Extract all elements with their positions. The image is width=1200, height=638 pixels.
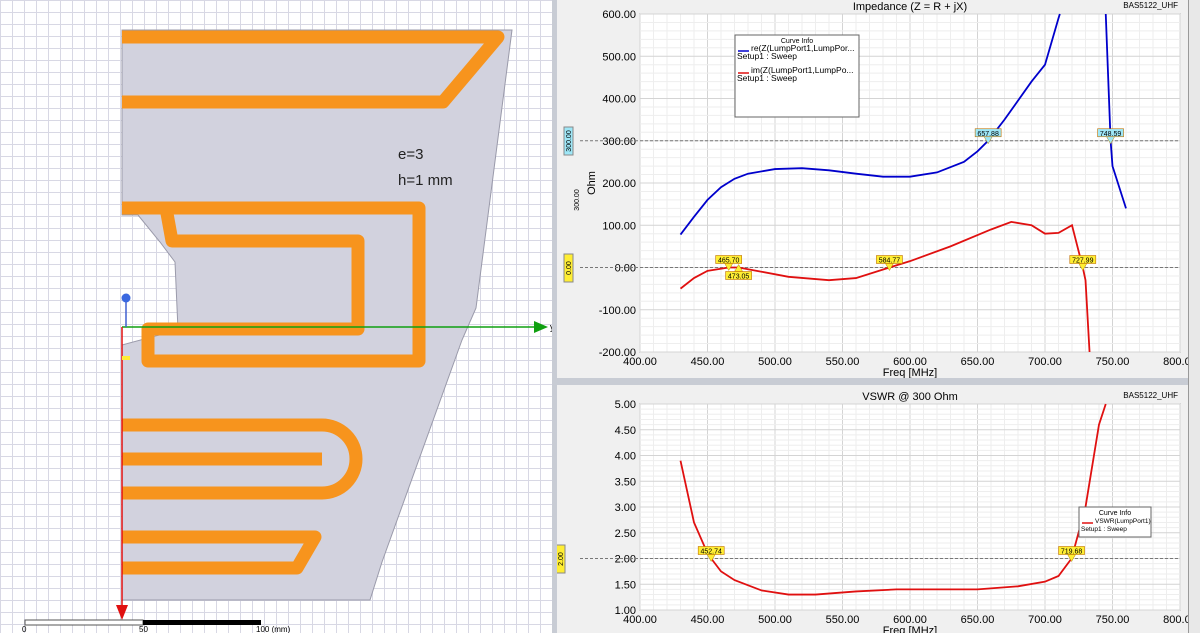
scale-bar-black (143, 620, 261, 625)
legend-setup: Setup1 : Sweep (737, 51, 797, 61)
marker-label: 748.59 (1100, 131, 1122, 138)
x-tick-label: 700.00 (1028, 614, 1062, 626)
marker-label: 719.68 (1061, 549, 1083, 556)
y-tick-label: -100.00 (599, 305, 636, 317)
x-tick-label: 800.00 (1163, 356, 1188, 368)
horizontal-splitter[interactable] (557, 378, 1188, 385)
y-tick-label: 3.50 (615, 476, 636, 488)
vswr-plot-panel[interactable]: 400.00 450.00 500.00 550.00 600.00 650.00 700.… (555, 385, 1197, 637)
y-tick-label: 600.00 (602, 9, 636, 21)
marker-label: 452.74 (700, 549, 722, 556)
side-label: 300.00 (574, 189, 581, 211)
side-label: 300.00 (566, 130, 573, 152)
y-tick-label: 0.00 (615, 263, 636, 275)
x-tick-label: 750.00 (1096, 356, 1130, 368)
y-axis-label: Ohm (586, 171, 598, 195)
x-axis-label: Freq [MHz] (883, 625, 937, 633)
x-tick-label: 550.00 (826, 614, 860, 626)
x-tick-label: 500.00 (758, 356, 792, 368)
lumped-port[interactable] (122, 356, 130, 360)
legend-title: Curve Info (1099, 510, 1131, 517)
y-tick-label: -200.00 (599, 347, 636, 359)
y-tick-label: 2.00 (615, 554, 636, 566)
x-tick-label: 550.00 (826, 356, 860, 368)
side-label: 2.00 (558, 552, 565, 566)
y-tick-label: 5.00 (615, 399, 636, 411)
y-tick-label: 4.00 (615, 451, 636, 463)
project-name: BAS5122_UHF (1123, 391, 1178, 400)
x-tick-label: 650.00 (961, 614, 995, 626)
plot-title: VSWR @ 300 Ohm (862, 391, 958, 403)
substrate[interactable] (121, 29, 513, 601)
y-tick-label: 100.00 (602, 220, 636, 232)
scale-label-100: 100 (mm) (256, 625, 291, 633)
y-tick-label: 300.00 (602, 136, 636, 148)
scale-bar-white (24, 619, 144, 626)
x-tick-label: 500.00 (758, 614, 792, 626)
y-axis-arrow-icon (534, 321, 548, 333)
scale-label-0: 0 (22, 625, 27, 633)
marker-label: 727.99 (1072, 258, 1094, 265)
y-tick-label: 2.50 (615, 528, 636, 540)
x-tick-label: 800.00 (1163, 614, 1188, 626)
y-tick-label: 3.00 (615, 502, 636, 514)
permittivity-annotation: e=3 (398, 146, 424, 163)
x-axis-arrow-icon (116, 605, 128, 620)
y-tick-label: 1.00 (615, 605, 636, 617)
marker-label: 465.70 (718, 258, 740, 265)
project-name: BAS5122_UHF (1123, 1, 1178, 10)
y-tick-label: 400.00 (602, 94, 636, 106)
x-axis-label: Freq [MHz] (883, 367, 937, 378)
z-axis-dot-icon (121, 293, 131, 303)
geometry-view[interactable]: y 0 50 100 (mm) e=3 h=1 mm (0, 0, 552, 633)
y-tick-label: 200.00 (602, 178, 636, 190)
legend-setup: Setup1 : Sweep (737, 73, 797, 83)
height-annotation: h=1 mm (398, 172, 453, 189)
x-tick-label: 450.00 (691, 614, 725, 626)
legend-setup: Setup1 : Sweep (1081, 526, 1127, 533)
legend-series-name: VSWR(LumpPort1) (1095, 518, 1151, 525)
y-tick-label: 500.00 (602, 51, 636, 63)
marker-label: 473.05 (728, 274, 750, 281)
marker-label: 584.77 (879, 258, 901, 265)
impedance-plot-panel[interactable]: 400.00 450.00 500.00 550.00 600.00 650.00 700.… (557, 0, 1197, 379)
vertical-scrollbar[interactable] (1188, 0, 1200, 633)
y-tick-label: 4.50 (615, 425, 636, 437)
scale-label-50: 50 (139, 625, 148, 633)
x-tick-label: 700.00 (1028, 356, 1062, 368)
x-tick-label: 450.00 (691, 356, 725, 368)
x-tick-label: 750.00 (1096, 614, 1130, 626)
marker-label: 657.88 (977, 131, 999, 138)
y-tick-label: 1.50 (615, 579, 636, 591)
side-label: 0.00 (566, 261, 573, 275)
x-tick-label: 650.00 (961, 356, 995, 368)
plot-title: Impedance (Z = R + jX) (853, 1, 967, 13)
